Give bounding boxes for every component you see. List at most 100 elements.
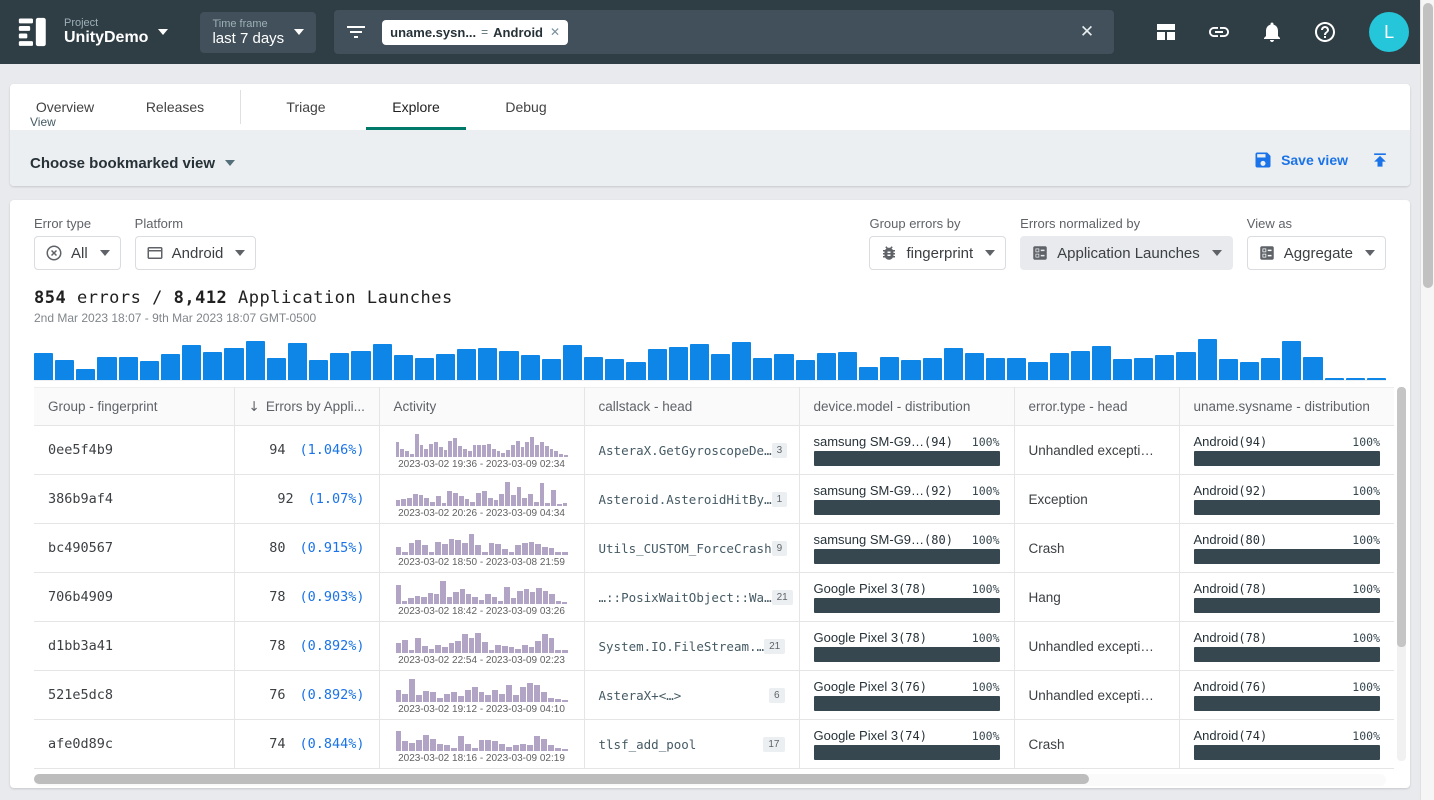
tab-overview[interactable]: Overview	[10, 84, 120, 130]
histogram-bar[interactable]	[224, 348, 243, 380]
tab-releases[interactable]: Releases	[120, 84, 230, 130]
histogram-bar[interactable]	[1261, 358, 1280, 380]
fingerprint-cell[interactable]: 386b9af4	[34, 475, 234, 524]
table-row[interactable]: 386b9af4 92(1.07%) 2023-03-02 20:26 - 20…	[34, 475, 1394, 524]
histogram-bar[interactable]	[859, 367, 878, 381]
histogram-bar[interactable]	[457, 349, 476, 380]
horizontal-scrollbar[interactable]	[34, 774, 1386, 786]
activity-sparkline[interactable]	[396, 529, 568, 555]
histogram-bar[interactable]	[626, 362, 645, 380]
histogram-bar[interactable]	[1113, 359, 1132, 380]
activity-cell[interactable]: 2023-03-02 19:12 - 2023-03-09 04:10	[379, 671, 584, 720]
fingerprint-cell[interactable]: afe0d89c	[34, 720, 234, 769]
col-header-fingerprint[interactable]: Group - fingerprint	[34, 388, 234, 426]
uname-sysname-cell[interactable]: Android(76)100%	[1179, 671, 1394, 720]
activity-sparkline[interactable]	[396, 627, 568, 653]
uname-sysname-cell[interactable]: Android(80)100%	[1179, 524, 1394, 573]
histogram-bar[interactable]	[542, 359, 561, 380]
histogram-bar[interactable]	[1071, 351, 1090, 380]
uname-sysname-cell[interactable]: Android(74)100%	[1179, 720, 1394, 769]
error-type-cell[interactable]: Hang	[1014, 573, 1179, 622]
collapse-up-icon[interactable]	[1370, 150, 1390, 170]
histogram-bar[interactable]	[711, 354, 730, 380]
histogram-bar[interactable]	[394, 355, 413, 380]
error-type-cell[interactable]: Unhandled excepti…	[1014, 671, 1179, 720]
histogram-bar[interactable]	[901, 360, 920, 380]
histogram-bar[interactable]	[1050, 353, 1069, 380]
view-as-select[interactable]: Aggregate	[1247, 236, 1386, 270]
fingerprint-cell[interactable]: 706b4909	[34, 573, 234, 622]
col-header-activity[interactable]: Activity	[379, 388, 584, 426]
device-model-cell[interactable]: Google Pixel 3(78)100%	[799, 573, 1014, 622]
project-selector[interactable]: Project UnityDemo	[64, 17, 168, 47]
histogram-bar[interactable]	[34, 353, 53, 380]
save-view-button[interactable]: Save view	[1253, 150, 1348, 170]
histogram-bar[interactable]	[817, 353, 836, 380]
histogram-bar[interactable]	[161, 354, 180, 380]
filter-bar[interactable]: uname.sysn... = Android ✕ ✕	[334, 10, 1114, 54]
histogram-bar[interactable]	[1198, 339, 1217, 380]
histogram-bar[interactable]	[288, 343, 307, 380]
histogram-bar[interactable]	[246, 341, 265, 380]
col-header-error-type[interactable]: error.type - head	[1014, 388, 1179, 426]
activity-cell[interactable]: 2023-03-02 22:54 - 2023-03-09 02:23	[379, 622, 584, 671]
table-row[interactable]: bc490567 80(0.915%) 2023-03-02 18:50 - 2…	[34, 524, 1394, 573]
callstack-cell[interactable]: System.IO.FileStream.… 21	[584, 622, 799, 671]
histogram-bar[interactable]	[669, 347, 688, 380]
table-row[interactable]: d1bb3a41 78(0.892%) 2023-03-02 22:54 - 2…	[34, 622, 1394, 671]
histogram-bar[interactable]	[436, 354, 455, 380]
uname-sysname-cell[interactable]: Android(94)100%	[1179, 426, 1394, 475]
tab-debug[interactable]: Debug	[471, 84, 581, 130]
histogram-bar[interactable]	[1134, 358, 1153, 381]
help-icon[interactable]	[1313, 20, 1337, 44]
filter-chip-remove-icon[interactable]: ✕	[550, 25, 560, 39]
histogram-bar[interactable]	[1240, 362, 1259, 380]
table-vertical-scrollbar-thumb[interactable]	[1397, 387, 1406, 647]
link-icon[interactable]	[1207, 20, 1231, 44]
table-row[interactable]: afe0d89c 74(0.844%) 2023-03-02 18:16 - 2…	[34, 720, 1394, 769]
group-by-select[interactable]: fingerprint	[869, 236, 1006, 270]
histogram-bar[interactable]	[838, 352, 857, 380]
platform-select[interactable]: Android	[135, 236, 257, 270]
activity-sparkline[interactable]	[396, 676, 568, 702]
histogram-bar[interactable]	[267, 358, 286, 380]
histogram[interactable]	[34, 335, 1386, 381]
histogram-bar[interactable]	[563, 345, 582, 380]
bookmarked-view-selector[interactable]: Choose bookmarked view	[30, 155, 235, 172]
histogram-bar[interactable]	[330, 353, 349, 380]
histogram-bar[interactable]	[690, 344, 709, 380]
fingerprint-cell[interactable]: d1bb3a41	[34, 622, 234, 671]
table-row[interactable]: 0ee5f4b9 94(1.046%) 2023-03-02 19:36 - 2…	[34, 426, 1394, 475]
activity-sparkline[interactable]	[396, 431, 568, 457]
device-model-cell[interactable]: samsung SM-G9…(94)100%	[799, 426, 1014, 475]
uname-sysname-cell[interactable]: Android(78)100%	[1179, 573, 1394, 622]
activity-sparkline[interactable]	[396, 480, 568, 506]
col-header-callstack[interactable]: callstack - head	[584, 388, 799, 426]
histogram-bar[interactable]	[1092, 346, 1111, 380]
table-row[interactable]: 521e5dc8 76(0.892%) 2023-03-02 19:12 - 2…	[34, 671, 1394, 720]
activity-cell[interactable]: 2023-03-02 18:42 - 2023-03-09 03:26	[379, 573, 584, 622]
horizontal-scrollbar-thumb[interactable]	[34, 774, 1089, 784]
histogram-bar[interactable]	[76, 369, 95, 380]
activity-cell[interactable]: 2023-03-02 19:36 - 2023-03-09 02:34	[379, 426, 584, 475]
fingerprint-cell[interactable]: bc490567	[34, 524, 234, 573]
histogram-bar[interactable]	[605, 359, 624, 380]
histogram-bar[interactable]	[119, 357, 138, 380]
col-header-uname-sysname[interactable]: uname.sysname - distribution	[1179, 388, 1394, 426]
device-model-cell[interactable]: Google Pixel 3(76)100%	[799, 671, 1014, 720]
histogram-bar[interactable]	[499, 351, 518, 380]
histogram-bar[interactable]	[521, 355, 540, 380]
histogram-bar[interactable]	[373, 344, 392, 380]
histogram-bar[interactable]	[351, 351, 370, 380]
histogram-bar[interactable]	[1346, 378, 1365, 380]
dashboard-layout-icon[interactable]	[1154, 20, 1178, 44]
notifications-bell-icon[interactable]	[1260, 20, 1284, 44]
filter-chip[interactable]: uname.sysn... = Android ✕	[382, 20, 568, 45]
histogram-bar[interactable]	[1367, 378, 1386, 380]
fingerprint-cell[interactable]: 0ee5f4b9	[34, 426, 234, 475]
histogram-bar[interactable]	[182, 345, 201, 380]
clear-filters-button[interactable]: ✕	[1070, 18, 1104, 46]
histogram-bar[interactable]	[1303, 357, 1322, 380]
histogram-bar[interactable]	[1176, 352, 1195, 380]
histogram-bar[interactable]	[1325, 378, 1344, 380]
